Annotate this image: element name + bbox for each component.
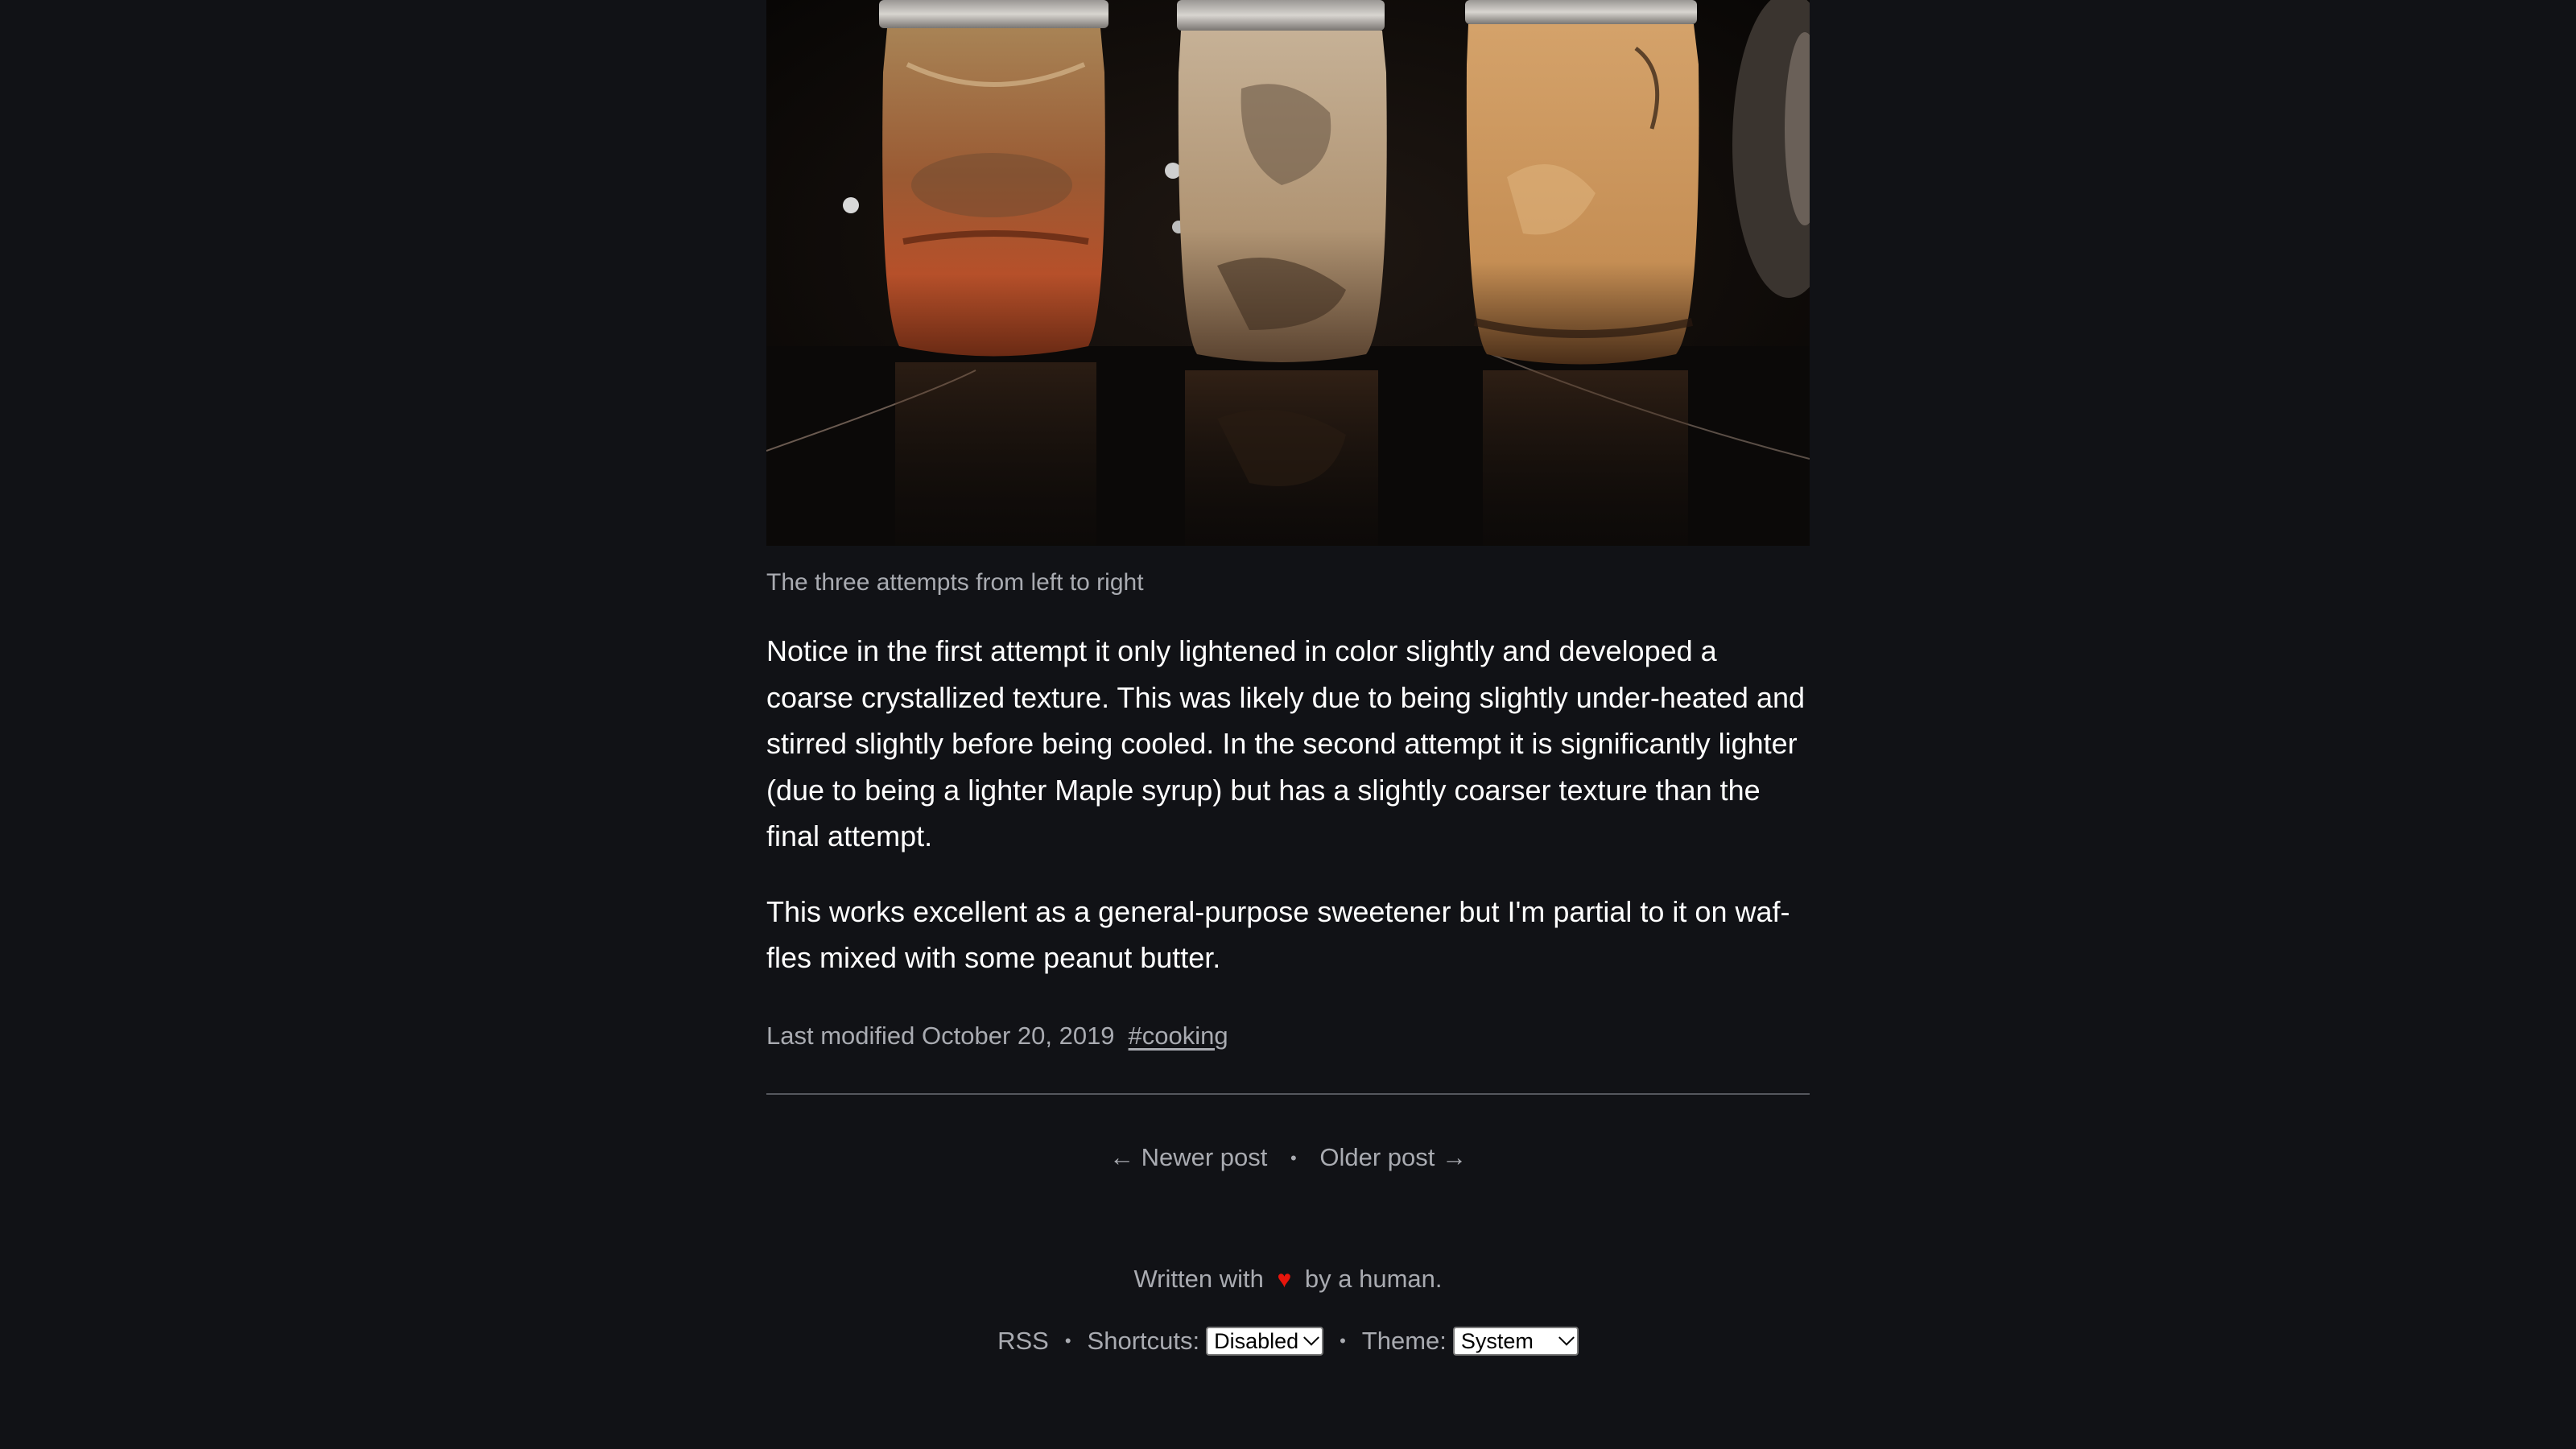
theme-select[interactable]: System: [1452, 1327, 1579, 1356]
shortcuts-label: Shortcuts:: [1087, 1327, 1200, 1356]
theme-label: Theme:: [1361, 1327, 1447, 1356]
jars-image: [766, 0, 1810, 546]
last-modified-date: Last modified October 20, 2019: [766, 1021, 1115, 1050]
article-photo: [766, 0, 1810, 546]
older-post-link[interactable]: Older post →: [1319, 1143, 1467, 1171]
article: The three attempts from left to right No…: [766, 0, 1810, 1357]
footer-separator: •: [1064, 1331, 1071, 1352]
divider: [766, 1092, 1810, 1095]
photo-caption: The three attempts from left to right: [766, 569, 1144, 596]
chevron-down-icon: [1558, 1330, 1575, 1346]
chevron-down-icon: [1303, 1330, 1319, 1346]
post-navigation: ← Newer post • Older post →: [766, 1141, 1810, 1175]
page: The three attempts from left to right No…: [0, 0, 2576, 1449]
heart-icon: ♥: [1277, 1266, 1292, 1294]
by-human-text: by a human.: [1304, 1265, 1443, 1294]
shortcuts-select[interactable]: Disabled: [1206, 1327, 1324, 1356]
shortcuts-select-value: Disabled: [1214, 1329, 1299, 1354]
paragraph: Notice in the first attempt it only ligh…: [766, 634, 1806, 852]
post-meta: Last modified October 20, 2019 #cooking: [766, 1020, 1810, 1052]
footer-credit: Written with ♥ by a human.: [766, 1263, 1810, 1296]
rss-link[interactable]: RSS: [997, 1325, 1049, 1357]
footer-separator: •: [1340, 1331, 1346, 1352]
newer-post-link[interactable]: ← Newer post: [1109, 1143, 1267, 1171]
paragraph: This works excellent as a general-purpos…: [766, 894, 1790, 975]
nav-separator: •: [1290, 1148, 1297, 1169]
tag-link-cooking[interactable]: #cooking: [1129, 1020, 1228, 1052]
written-with-text: Written with: [1133, 1265, 1264, 1294]
footer-controls: RSS • Shortcuts: Disabled • Theme: Syste…: [766, 1325, 1810, 1357]
theme-select-value: System: [1460, 1329, 1534, 1354]
